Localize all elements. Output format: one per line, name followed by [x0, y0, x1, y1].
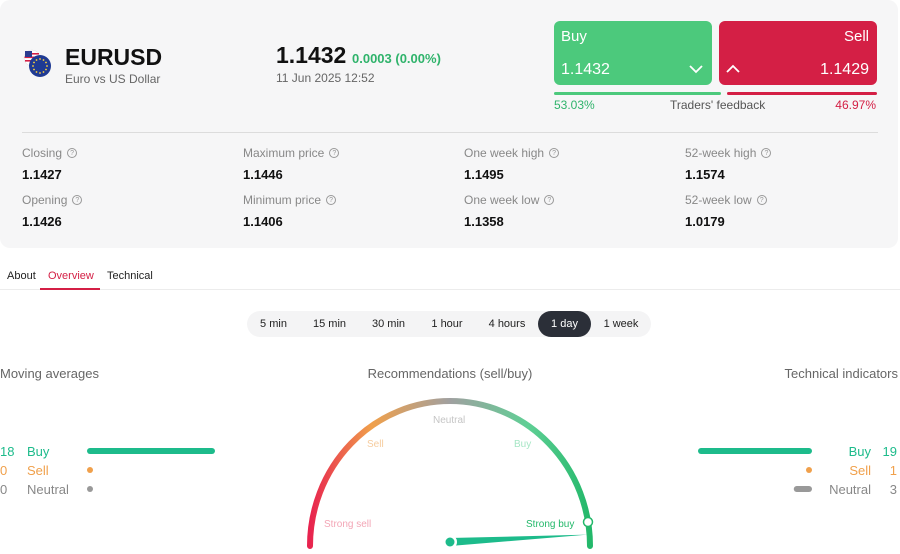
- info-icon[interactable]: ?: [549, 148, 560, 158]
- stat-value: 1.1426: [22, 214, 62, 229]
- stat-label: One week low: [464, 193, 540, 207]
- divider: [22, 132, 878, 133]
- stat-52-week-low: 52-week low? 1.0179: [685, 193, 767, 229]
- ma-sell-label: Sell: [27, 463, 49, 478]
- stat-label: Opening: [22, 193, 68, 207]
- feedback-sell-bar: [727, 92, 877, 95]
- stat-value: 1.1358: [464, 214, 504, 229]
- info-icon[interactable]: ?: [756, 195, 767, 205]
- timeframe-1-hour[interactable]: 1 hour: [418, 311, 476, 337]
- stat-label: Maximum price: [243, 146, 325, 160]
- feedback-buy-bar: [554, 92, 721, 95]
- ma-sell-bar: [87, 467, 93, 473]
- gauge-needle-pivot: [445, 537, 455, 547]
- stat-one-week-high: One week high? 1.1495: [464, 146, 560, 182]
- info-icon[interactable]: ?: [326, 195, 337, 205]
- gauge-label-neutral: Neutral: [433, 415, 465, 426]
- ma-buy-count: 18: [0, 444, 15, 459]
- timeframe-30-min[interactable]: 30 min: [359, 311, 418, 337]
- stat-opening: Opening? 1.1426: [22, 193, 83, 229]
- stat-label: Minimum price: [243, 193, 322, 207]
- tab-technical[interactable]: Technical: [107, 270, 153, 282]
- ma-neutral-count: 0: [0, 482, 8, 497]
- ti-bars: [698, 448, 812, 492]
- stat-label: 52-week low: [685, 193, 752, 207]
- chevron-up-icon: [726, 64, 740, 73]
- buy-button[interactable]: Buy 1.1432: [554, 21, 712, 85]
- ma-neutral-bar: [87, 486, 93, 492]
- gauge-label-sell: Sell: [367, 439, 384, 450]
- gauge-label-strong-sell: Strong sell: [324, 519, 371, 530]
- timeframe-1-week[interactable]: 1 week: [591, 311, 651, 337]
- instrument-description: Euro vs US Dollar: [65, 72, 161, 86]
- gauge-marker: [582, 516, 594, 528]
- info-icon[interactable]: ?: [67, 148, 78, 158]
- current-price: 1.1432: [276, 42, 347, 68]
- gauge-label-buy: Buy: [514, 439, 531, 450]
- recommendation-gauge: Strong sell Sell Neutral Buy Strong buy: [307, 398, 594, 549]
- tab-about[interactable]: About: [7, 270, 36, 282]
- info-icon[interactable]: ?: [329, 148, 340, 158]
- stat-maximum-price: Maximum price? 1.1446: [243, 146, 340, 182]
- ma-neutral-label: Neutral: [27, 482, 69, 497]
- ti-buy-bar: [698, 448, 812, 454]
- ti-neutral-bar: [793, 486, 812, 492]
- stat-minimum-price: Minimum price? 1.1406: [243, 193, 337, 229]
- info-icon[interactable]: ?: [544, 195, 555, 205]
- sell-button[interactable]: Sell 1.1429: [719, 21, 877, 85]
- ma-buy-bar: [87, 448, 215, 454]
- instrument-symbol: EURUSD: [65, 44, 163, 70]
- instrument-card: EURUSD Euro vs US Dollar 1.1432 0.0003 (…: [0, 0, 898, 248]
- info-icon[interactable]: ?: [72, 195, 83, 205]
- stat-value: 1.1446: [243, 167, 283, 182]
- recommendations-title: Recommendations (sell/buy): [367, 366, 533, 381]
- ma-sell-count: 0: [0, 463, 8, 478]
- ma-bars: [87, 448, 215, 492]
- quote-datetime: 11 Jun 2025 12:52: [276, 71, 375, 85]
- ti-sell-bar: [806, 467, 812, 473]
- gauge-label-strong-buy: Strong buy: [526, 519, 574, 530]
- buy-button-label: Buy: [561, 28, 587, 45]
- timeframe-1-day[interactable]: 1 day: [538, 311, 591, 337]
- ti-sell-label: Sell: [849, 463, 871, 478]
- stat-label: Closing: [22, 146, 63, 160]
- info-icon[interactable]: ?: [761, 148, 772, 158]
- ma-buy-label: Buy: [27, 444, 50, 459]
- feedback-label: Traders' feedback: [670, 98, 766, 112]
- chevron-down-icon: [689, 65, 703, 74]
- ti-buy-label: Buy: [848, 444, 871, 459]
- stat-one-week-low: One week low? 1.1358: [464, 193, 555, 229]
- timeframe-5-min[interactable]: 5 min: [247, 311, 300, 337]
- stat-label: 52-week high: [685, 146, 757, 160]
- active-tab-indicator: [40, 288, 100, 290]
- stat-closing: Closing? 1.1427: [22, 146, 78, 182]
- gauge-needle: [449, 534, 588, 546]
- tab-overview[interactable]: Overview: [48, 270, 94, 282]
- buy-price: 1.1432: [561, 61, 610, 78]
- sell-price: 1.1429: [820, 61, 869, 78]
- stat-value: 1.1495: [464, 167, 504, 182]
- feedback-buy-percent: 53.03%: [554, 98, 595, 112]
- ti-buy-count: 19: [882, 444, 897, 459]
- price-change: 0.0003 (0.00%): [352, 51, 441, 66]
- eur-usd-flag-icon: [23, 49, 51, 77]
- stat-value: 1.0179: [685, 214, 725, 229]
- ti-neutral-label: Neutral: [829, 482, 871, 497]
- timeframe-4-hours[interactable]: 4 hours: [476, 311, 538, 337]
- stat-value: 1.1427: [22, 167, 62, 182]
- timeframe-15-min[interactable]: 15 min: [300, 311, 359, 337]
- ti-sell-count: 1: [889, 463, 897, 478]
- technical-indicators-title: Technical indicators: [784, 366, 898, 381]
- timeframe-selector: 5 min 15 min 30 min 1 hour 4 hours 1 day…: [247, 311, 651, 337]
- sell-button-label: Sell: [843, 28, 869, 45]
- ti-neutral-count: 3: [889, 482, 897, 497]
- section-tabs: About Overview Technical: [0, 264, 900, 290]
- stat-label: One week high: [464, 146, 545, 160]
- stat-52-week-high: 52-week high? 1.1574: [685, 146, 772, 182]
- stat-value: 1.1574: [685, 167, 725, 182]
- stat-value: 1.1406: [243, 214, 283, 229]
- feedback-sell-percent: 46.97%: [835, 98, 876, 112]
